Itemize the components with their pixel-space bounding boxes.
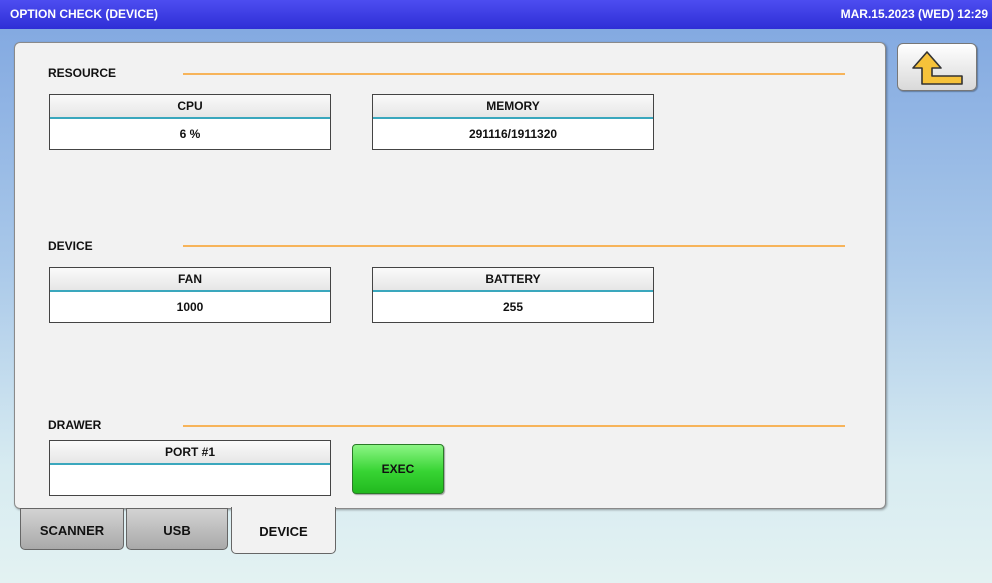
port1-field: PORT #1 <box>49 440 331 496</box>
port1-label: PORT #1 <box>50 441 330 465</box>
tab-device[interactable]: DEVICE <box>231 507 336 554</box>
return-arrow-icon <box>912 51 963 85</box>
resource-section-title: RESOURCE <box>48 66 117 80</box>
memory-label: MEMORY <box>373 95 653 119</box>
memory-value: 291116/1911320 <box>468 127 558 141</box>
datetime-display: MAR.15.2023 (WED) 12:29 <box>840 7 988 21</box>
device-section-title: DEVICE <box>48 239 93 253</box>
tab-usb[interactable]: USB <box>126 508 228 550</box>
battery-field: BATTERY 255 <box>372 267 654 323</box>
back-button[interactable] <box>897 43 977 91</box>
fan-value: 1000 <box>176 300 204 314</box>
drawer-section-title: DRAWER <box>48 418 102 432</box>
cpu-field: CPU 6 % <box>49 94 331 150</box>
fan-label: FAN <box>50 268 330 292</box>
exec-button[interactable]: EXEC <box>352 444 444 494</box>
cpu-label: CPU <box>50 95 330 119</box>
port1-value <box>50 465 330 496</box>
fan-field: FAN 1000 <box>49 267 331 323</box>
drawer-divider <box>183 425 845 427</box>
device-divider <box>183 245 845 247</box>
title-bar: OPTION CHECK (DEVICE) MAR.15.2023 (WED) … <box>0 0 992 29</box>
cpu-value: 6 % <box>179 127 201 141</box>
window-title: OPTION CHECK (DEVICE) <box>10 7 159 21</box>
memory-field: MEMORY 291116/1911320 <box>372 94 654 150</box>
battery-value: 255 <box>502 300 524 314</box>
battery-label: BATTERY <box>373 268 653 292</box>
resource-divider <box>183 73 845 75</box>
tab-scanner[interactable]: SCANNER <box>20 508 124 550</box>
